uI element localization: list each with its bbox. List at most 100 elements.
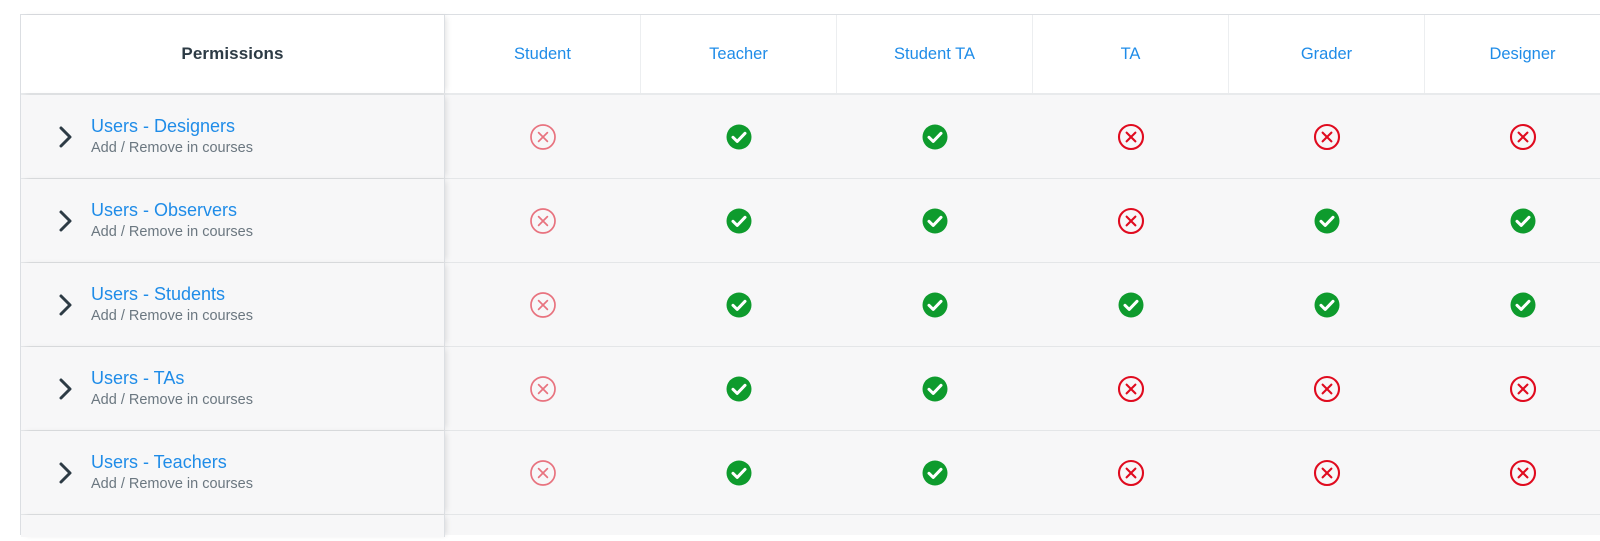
column-header-role[interactable]: Grader (1229, 15, 1425, 93)
permission-state-cell (1229, 347, 1425, 430)
permission-state-cell (445, 263, 641, 346)
column-header-role[interactable]: TA (1033, 15, 1229, 93)
permission-state-cell (641, 179, 837, 262)
permission-state-cell (641, 95, 837, 178)
x-circle-icon[interactable] (528, 290, 558, 320)
x-circle-icon[interactable] (528, 206, 558, 236)
check-circle-icon[interactable] (1508, 290, 1538, 320)
check-circle-icon[interactable] (1312, 290, 1342, 320)
permission-name-cell: Users - Observers Add / Remove in courses (21, 179, 445, 262)
column-header-role[interactable]: Student (445, 15, 641, 93)
permission-title-link[interactable]: Users - TAs (91, 367, 253, 390)
permission-subtitle: Add / Remove in courses (91, 224, 253, 241)
permission-state-cell (445, 95, 641, 178)
check-circle-icon[interactable] (920, 206, 950, 236)
permission-state-cell (837, 347, 1033, 430)
check-circle-icon[interactable] (724, 458, 754, 488)
table-body: Users - Designers Add / Remove in courses… (21, 95, 1600, 537)
permissions-table: Permissions Student Teacher Student TA TA Gr… (20, 14, 1600, 537)
permission-state-cell (1229, 95, 1425, 178)
permission-state-cell (1033, 95, 1229, 178)
permission-subtitle: Add / Remove in courses (91, 392, 253, 409)
table-row: Users - Students Add / Remove in courses (21, 263, 1600, 347)
check-circle-icon[interactable] (1312, 206, 1342, 236)
x-circle-icon[interactable] (528, 458, 558, 488)
permission-title-link[interactable]: Users - Observers (91, 199, 253, 222)
permission-title-link[interactable]: Users - Students (91, 283, 253, 306)
permission-title-link[interactable]: Users - Teachers (91, 451, 253, 474)
permissions-screen: Permissions Student Teacher Student TA TA Gr… (0, 0, 1600, 541)
permission-subtitle: Add / Remove in courses (91, 476, 253, 493)
permission-state-cell (1425, 95, 1600, 178)
permission-state-cell (1033, 515, 1229, 537)
x-circle-icon[interactable] (1312, 122, 1342, 152)
x-circle-icon[interactable] (1116, 122, 1146, 152)
chevron-right-icon[interactable] (53, 208, 79, 234)
check-circle-icon[interactable] (920, 122, 950, 152)
column-header-role[interactable]: Designer (1425, 15, 1600, 93)
permission-name-cell: Users - Teachers Add / Remove in courses (21, 431, 445, 514)
permission-title-link[interactable]: Users - Designers (91, 115, 253, 138)
permission-state-cell (1425, 347, 1600, 430)
permission-state-cell (837, 263, 1033, 346)
chevron-right-icon[interactable] (53, 376, 79, 402)
column-header-role-label: TA (1120, 44, 1141, 63)
chevron-right-icon[interactable] (53, 460, 79, 486)
table-row-partial (21, 515, 1600, 537)
permission-state-cell (1425, 263, 1600, 346)
permission-state-cell (641, 515, 837, 537)
column-header-role[interactable]: Student TA (837, 15, 1033, 93)
chevron-right-icon[interactable] (53, 124, 79, 150)
table-row: Users - Observers Add / Remove in courses (21, 179, 1600, 263)
check-circle-icon[interactable] (724, 374, 754, 404)
permission-subtitle: Add / Remove in courses (91, 140, 253, 157)
x-circle-icon[interactable] (528, 122, 558, 152)
permission-state-cell (837, 431, 1033, 514)
column-header-permissions: Permissions (21, 15, 445, 93)
x-circle-icon[interactable] (1116, 206, 1146, 236)
permission-state-cell (1425, 431, 1600, 514)
permission-name-cell: Users - TAs Add / Remove in courses (21, 347, 445, 430)
x-circle-icon[interactable] (1508, 458, 1538, 488)
permission-state-cell (1229, 263, 1425, 346)
x-circle-icon[interactable] (1312, 374, 1342, 404)
table-header-row: Permissions Student Teacher Student TA TA Gr… (21, 15, 1600, 95)
x-circle-icon[interactable] (1312, 458, 1342, 488)
permissions-header-label: Permissions (181, 44, 284, 63)
permission-state-cell (1229, 515, 1425, 537)
permission-state-cell (837, 179, 1033, 262)
check-circle-icon[interactable] (920, 290, 950, 320)
permission-name-cell: Users - Students Add / Remove in courses (21, 263, 445, 346)
column-header-role-label: Student TA (893, 44, 976, 63)
permission-state-cell (445, 515, 641, 537)
check-circle-icon[interactable] (1116, 290, 1146, 320)
column-header-role-label: Grader (1300, 44, 1353, 63)
permission-name-cell (21, 515, 445, 537)
column-header-role-label: Designer (1489, 44, 1556, 63)
check-circle-icon[interactable] (920, 458, 950, 488)
x-circle-icon[interactable] (1116, 458, 1146, 488)
check-circle-icon[interactable] (724, 290, 754, 320)
permission-state-cell (1425, 179, 1600, 262)
check-circle-icon[interactable] (1508, 206, 1538, 236)
x-circle-icon[interactable] (1116, 374, 1146, 404)
check-circle-icon[interactable] (920, 374, 950, 404)
permission-state-cell (445, 347, 641, 430)
chevron-right-icon[interactable] (53, 292, 79, 318)
table-row: Users - TAs Add / Remove in courses (21, 347, 1600, 431)
permission-state-cell (1033, 179, 1229, 262)
permission-state-cell (641, 431, 837, 514)
x-circle-icon[interactable] (1508, 122, 1538, 152)
x-circle-icon[interactable] (528, 374, 558, 404)
x-circle-icon[interactable] (1508, 374, 1538, 404)
column-header-role[interactable]: Teacher (641, 15, 837, 93)
check-circle-icon[interactable] (724, 206, 754, 236)
check-circle-icon[interactable] (724, 122, 754, 152)
permission-state-cell (837, 95, 1033, 178)
permission-state-cell (1425, 515, 1600, 537)
column-header-role-label: Teacher (709, 44, 768, 63)
column-header-role-label: Student (514, 44, 571, 63)
table-row: Users - Teachers Add / Remove in courses (21, 431, 1600, 515)
permission-name-cell: Users - Designers Add / Remove in courses (21, 95, 445, 178)
permission-state-cell (1229, 179, 1425, 262)
